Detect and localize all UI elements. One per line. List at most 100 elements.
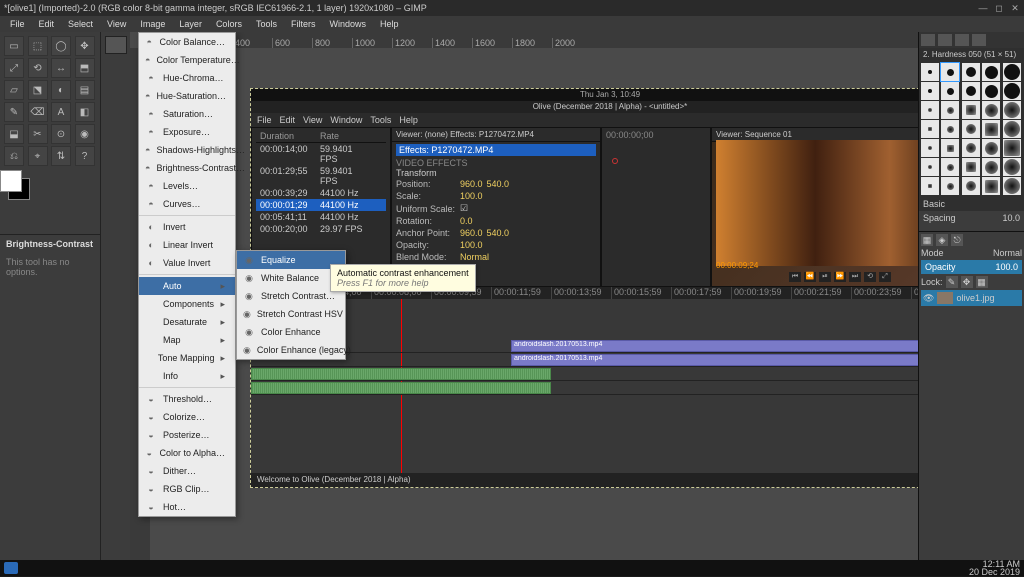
menu-select[interactable]: Select — [62, 18, 99, 30]
menu-item-desaturate[interactable]: Desaturate▸ — [139, 313, 235, 331]
menu-filters[interactable]: Filters — [285, 18, 322, 30]
menu-item-brightness-contrast-[interactable]: ◓Brightness-Contrast… — [139, 159, 235, 177]
minimize-icon[interactable]: — — [978, 3, 988, 13]
menu-item-stretch-contrast-[interactable]: ◉Stretch Contrast… — [237, 287, 345, 305]
brush-preset[interactable] — [982, 120, 1000, 138]
tool-button[interactable]: ⎌ — [4, 146, 24, 166]
image-thumb[interactable] — [105, 36, 127, 54]
eye-icon[interactable]: 👁 — [923, 293, 934, 304]
menu-item-color-to-alpha-[interactable]: ◒Color to Alpha… — [139, 444, 235, 462]
brush-preset[interactable] — [941, 82, 959, 100]
tool-button[interactable]: ⇅ — [51, 146, 71, 166]
spacing-value[interactable]: 10.0 — [1002, 213, 1020, 223]
brush-preset[interactable] — [941, 158, 959, 176]
menu-item-colorize-[interactable]: ◒Colorize… — [139, 408, 235, 426]
menu-item-invert[interactable]: ◐Invert — [139, 218, 235, 236]
brush-preset[interactable] — [982, 63, 1000, 81]
brush-preset[interactable] — [921, 177, 939, 195]
menu-item-exposure-[interactable]: ◓Exposure… — [139, 123, 235, 141]
brush-preset[interactable] — [1003, 139, 1021, 157]
brush-preset[interactable] — [1003, 120, 1021, 138]
menu-item-posterize-[interactable]: ◒Posterize… — [139, 426, 235, 444]
menu-help[interactable]: Help — [374, 18, 405, 30]
menu-windows[interactable]: Windows — [323, 18, 372, 30]
tool-button[interactable]: ⬓ — [4, 124, 24, 144]
menu-item-color-balance-[interactable]: ◓Color Balance… — [139, 33, 235, 51]
layer-row[interactable]: 👁 olive1.jpg — [921, 290, 1022, 306]
canvas-area[interactable]: 0200400600800100012001400160018002000 Th… — [130, 32, 918, 560]
menu-item-saturation-[interactable]: ◓Saturation… — [139, 105, 235, 123]
tool-button[interactable]: ↔ — [51, 58, 71, 78]
tool-button[interactable]: ▱ — [4, 80, 24, 100]
tool-button[interactable]: ⌫ — [28, 102, 48, 122]
tool-button[interactable]: ✥ — [75, 36, 95, 56]
tool-button[interactable]: ⬔ — [28, 80, 48, 100]
brush-preset[interactable] — [1003, 82, 1021, 100]
menu-item-equalize[interactable]: ◉Equalize — [237, 251, 345, 269]
tool-button[interactable]: ✂ — [28, 124, 48, 144]
tool-button[interactable]: ? — [75, 146, 95, 166]
menu-item-hue-chroma-[interactable]: ◓Hue-Chroma… — [139, 69, 235, 87]
brush-preset[interactable] — [982, 82, 1000, 100]
brush-preset[interactable] — [921, 101, 939, 119]
tool-button[interactable]: ⌖ — [28, 146, 48, 166]
brush-preset[interactable] — [921, 120, 939, 138]
brush-preset[interactable] — [962, 120, 980, 138]
tool-button[interactable]: ◉ — [75, 124, 95, 144]
start-icon[interactable] — [4, 562, 18, 574]
menu-layer[interactable]: Layer — [173, 18, 208, 30]
brush-preset[interactable] — [982, 139, 1000, 157]
colors-menu-dropdown[interactable]: ◓Color Balance…◓Color Temperature…◓Hue-C… — [138, 32, 236, 517]
channels-icon[interactable]: ◈ — [936, 234, 948, 246]
mode-value[interactable]: Normal — [993, 248, 1022, 258]
menu-view[interactable]: View — [101, 18, 132, 30]
brush-preset[interactable] — [962, 63, 980, 81]
menu-image[interactable]: Image — [134, 18, 171, 30]
brush-preset[interactable] — [962, 82, 980, 100]
brush-preset[interactable] — [1003, 101, 1021, 119]
menu-item-shadows-highlights-[interactable]: ◓Shadows-Highlights… — [139, 141, 235, 159]
tool-button[interactable]: ◧ — [75, 102, 95, 122]
close-icon[interactable]: ✕ — [1010, 3, 1020, 13]
lock-alpha-icon[interactable]: ▦ — [976, 276, 988, 288]
menu-item-info[interactable]: Info▸ — [139, 367, 235, 385]
tool-button[interactable]: ▤ — [75, 80, 95, 100]
menu-item-value-invert[interactable]: ◐Value Invert — [139, 254, 235, 272]
layers-icon[interactable]: ▦ — [921, 234, 933, 246]
menu-item-components[interactable]: Components▸ — [139, 295, 235, 313]
menu-item-hot-[interactable]: ◒Hot… — [139, 498, 235, 516]
tool-button[interactable]: ⬒ — [75, 58, 95, 78]
menu-item-color-enhance[interactable]: ◉Color Enhance — [237, 323, 345, 341]
brush-preset[interactable] — [941, 139, 959, 157]
brush-preset[interactable] — [1003, 63, 1021, 81]
brush-preset[interactable] — [962, 139, 980, 157]
menu-item-white-balance[interactable]: ◉White Balance — [237, 269, 345, 287]
brush-preset[interactable] — [921, 139, 939, 157]
menu-item-stretch-contrast-hsv[interactable]: ◉Stretch Contrast HSV — [237, 305, 345, 323]
tool-button[interactable]: A — [51, 102, 71, 122]
menu-tools[interactable]: Tools — [250, 18, 283, 30]
menu-colors[interactable]: Colors — [210, 18, 248, 30]
menu-item-linear-invert[interactable]: ◐Linear Invert — [139, 236, 235, 254]
brush-preset[interactable] — [941, 101, 959, 119]
layer-name[interactable]: olive1.jpg — [956, 293, 994, 303]
menu-item-threshold-[interactable]: ◒Threshold… — [139, 390, 235, 408]
brush-preset[interactable] — [962, 158, 980, 176]
tool-button[interactable]: ◯ — [51, 36, 71, 56]
fg-color-swatch[interactable] — [0, 170, 22, 192]
maximize-icon[interactable]: ◻ — [994, 3, 1004, 13]
menu-item-color-temperature-[interactable]: ◓Color Temperature… — [139, 51, 235, 69]
lock-pixel-icon[interactable]: ✎ — [946, 276, 958, 288]
menu-item-dither-[interactable]: ◒Dither… — [139, 462, 235, 480]
brush-preset[interactable] — [921, 158, 939, 176]
brush-preset[interactable] — [982, 158, 1000, 176]
brush-preset[interactable] — [962, 101, 980, 119]
tool-button[interactable]: ▭ — [4, 36, 24, 56]
brush-preset[interactable] — [1003, 177, 1021, 195]
dock-tab[interactable] — [955, 34, 969, 46]
tool-button[interactable]: ✎ — [4, 102, 24, 122]
brush-preset[interactable] — [941, 63, 959, 81]
brush-preset[interactable] — [941, 120, 959, 138]
tool-button[interactable]: ⤢ — [4, 58, 24, 78]
tool-button[interactable]: ⊙ — [51, 124, 71, 144]
